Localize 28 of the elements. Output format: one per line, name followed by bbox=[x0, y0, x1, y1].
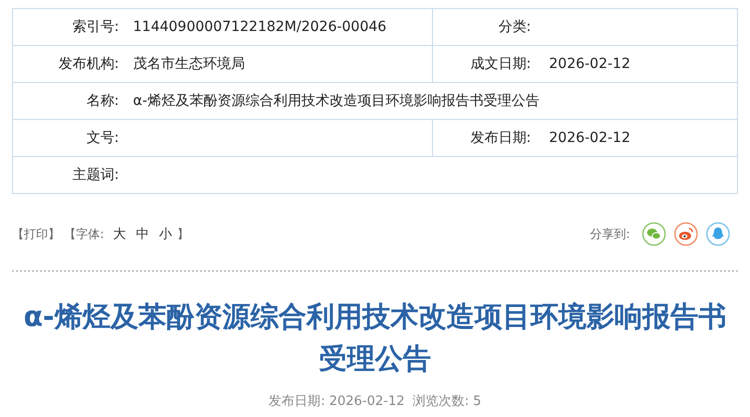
field-label: 发布日期: bbox=[470, 129, 531, 147]
font-size-link[interactable]: 中 bbox=[136, 225, 150, 243]
publish-date: 2026-02-12 bbox=[329, 394, 405, 409]
field-value: 11440900007122182M/2026-00046 bbox=[133, 19, 386, 35]
views-count: 5 bbox=[473, 394, 482, 409]
field-label: 索引号: bbox=[72, 18, 119, 36]
field-value: α-烯烃及苯酚资源综合利用技术改造项目环境影响报告书受理公告 bbox=[133, 92, 540, 110]
field-value: 2026-02-12 bbox=[549, 130, 630, 146]
font-size-label: 【字体: bbox=[64, 226, 104, 242]
field-label: 成文日期: bbox=[470, 55, 531, 73]
print-link[interactable]: 【打印】 bbox=[12, 226, 60, 242]
font-size-link[interactable]: 大 bbox=[113, 225, 126, 243]
penguin-icon[interactable] bbox=[706, 222, 730, 246]
bracket-text: 】 bbox=[177, 226, 190, 242]
font-size-link[interactable]: 小 bbox=[159, 225, 172, 243]
share-label: 分享到: bbox=[590, 226, 630, 242]
publish-date-label: 发布日期: bbox=[268, 394, 326, 409]
field-label: 名称: bbox=[86, 92, 119, 110]
eye-logo-icon[interactable] bbox=[674, 222, 698, 246]
field-label: 文号: bbox=[86, 129, 119, 147]
field-label: 分类: bbox=[498, 18, 531, 36]
chat-bubbles-icon[interactable] bbox=[642, 222, 666, 246]
field-value: 茂名市生态环境局 bbox=[133, 55, 245, 73]
field-label: 发布机构: bbox=[58, 55, 119, 73]
field-value: 2026-02-12 bbox=[549, 56, 630, 72]
views-label: 浏览次数: bbox=[412, 394, 470, 409]
article-title: α-烯烃及苯酚资源综合利用技术改造项目环境影响报告书受理公告 bbox=[22, 299, 728, 377]
field-label: 主题词: bbox=[72, 166, 119, 184]
